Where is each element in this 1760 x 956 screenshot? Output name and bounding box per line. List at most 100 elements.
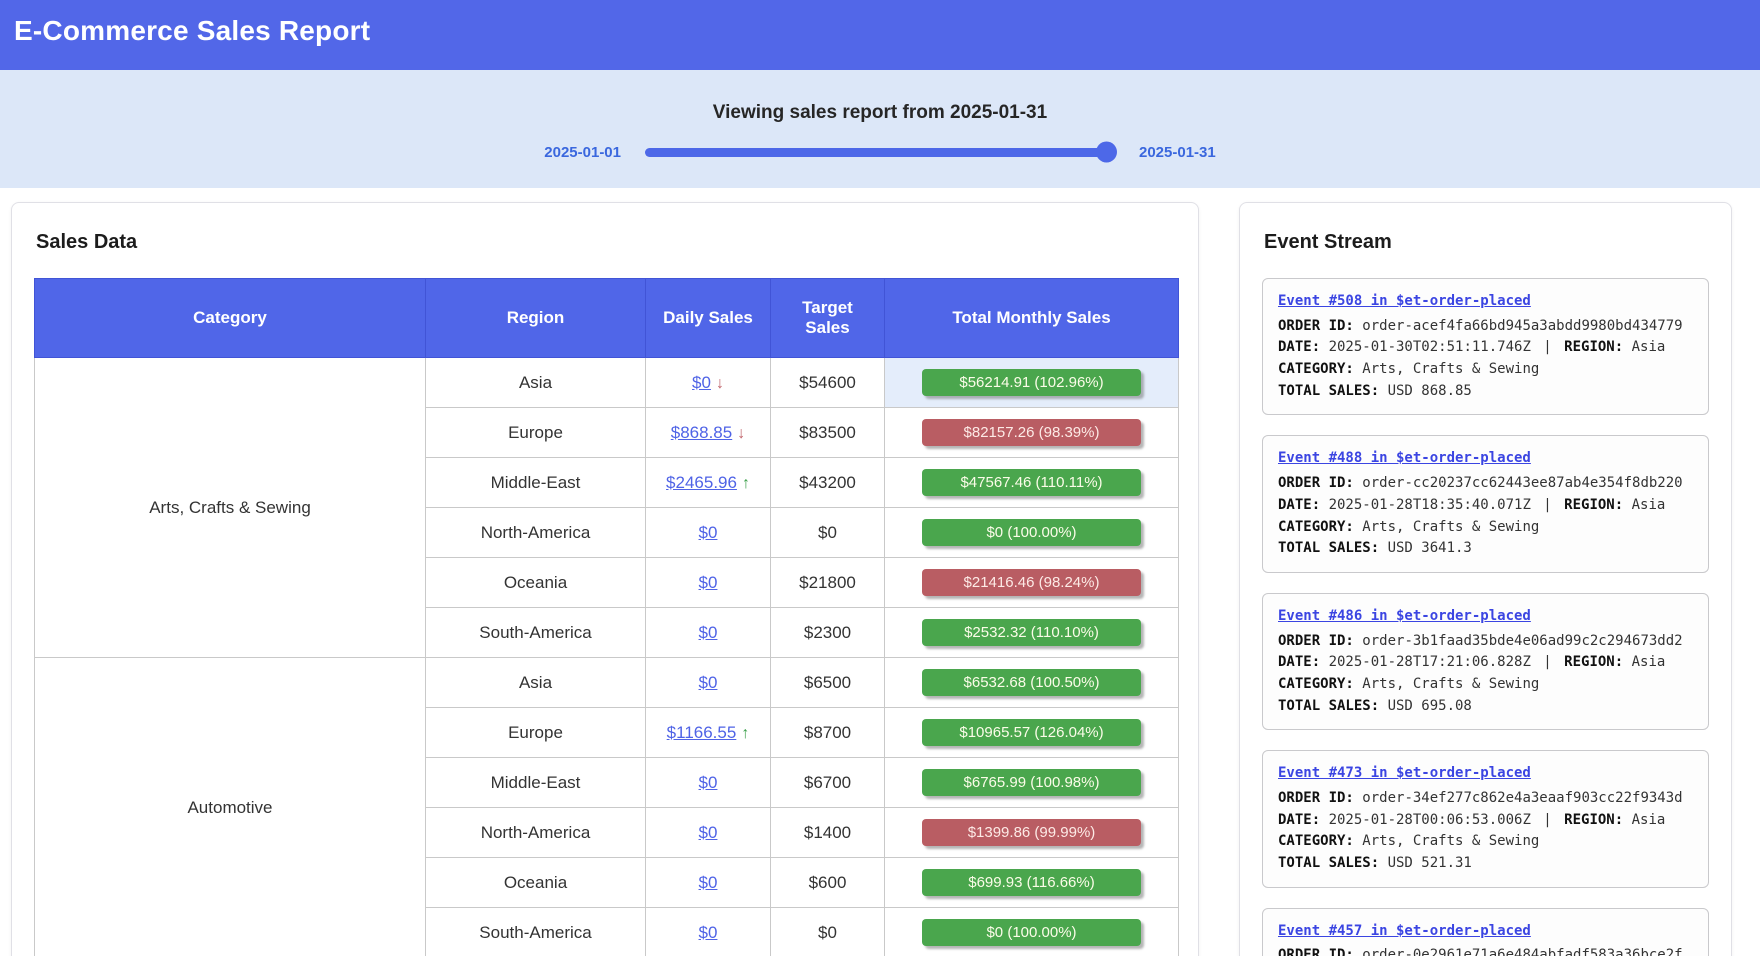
order-id-value: order-acef4fa66bd945a3abdd9980bd434779 <box>1362 318 1682 334</box>
category-label: CATEGORY: <box>1278 361 1362 377</box>
target-sales-cell: $83500 <box>771 408 885 458</box>
daily-sales-link[interactable]: $0 <box>699 773 718 792</box>
event-order-id-line: ORDER ID: order-3b1faad35bde4e06ad99c2c2… <box>1278 631 1693 653</box>
region-cell: North-America <box>426 808 646 858</box>
trend-down-icon: ↓ <box>737 425 745 442</box>
event-date-region-line: DATE: 2025-01-28T00:06:53.006Z | REGION:… <box>1278 810 1693 832</box>
region-cell: Europe <box>426 708 646 758</box>
total-monthly-sales-cell: $6532.68 (100.50%) <box>885 658 1179 708</box>
order-id-label: ORDER ID: <box>1278 947 1362 956</box>
total-sales-badge: $0 (100.00%) <box>922 919 1141 946</box>
total-monthly-sales-cell: $699.93 (116.66%) <box>885 858 1179 908</box>
event-list: Event #508 in $et-order-placed ORDER ID: … <box>1262 278 1709 956</box>
region-value: Asia <box>1632 497 1666 513</box>
slider-max-label: 2025-01-31 <box>1139 144 1216 161</box>
category-value: Arts, Crafts & Sewing <box>1362 833 1539 849</box>
date-label: DATE: <box>1278 497 1329 513</box>
daily-sales-cell: $0 <box>646 758 771 808</box>
column-header-target-sales: Target Sales <box>771 279 885 358</box>
category-value: Arts, Crafts & Sewing <box>1362 361 1539 377</box>
daily-sales-link[interactable]: $0 <box>699 673 718 692</box>
order-id-value: order-0e2961e71a6e484abfadf583a36bce2f <box>1362 947 1682 956</box>
daily-sales-link[interactable]: $0 <box>699 623 718 642</box>
daily-sales-link[interactable]: $0 <box>699 573 718 592</box>
date-value: 2025-01-28T17:21:06.828Z <box>1329 654 1540 670</box>
daily-sales-link[interactable]: $0 <box>699 873 718 892</box>
total-sales-badge: $21416.46 (98.24%) <box>922 569 1141 596</box>
date-slider[interactable] <box>645 148 1115 157</box>
total-monthly-sales-cell: $1399.86 (99.99%) <box>885 808 1179 858</box>
event-link[interactable]: Event #457 in $et-order-placed <box>1278 921 1531 943</box>
sales-data-heading: Sales Data <box>36 231 1176 254</box>
event-card: Event #508 in $et-order-placed ORDER ID: … <box>1262 278 1709 415</box>
event-category-line: CATEGORY: Arts, Crafts & Sewing <box>1278 831 1693 853</box>
order-id-label: ORDER ID: <box>1278 318 1362 334</box>
daily-sales-link[interactable]: $0 <box>692 373 711 392</box>
total-monthly-sales-cell: $0 (100.00%) <box>885 508 1179 558</box>
region-value: Asia <box>1632 654 1666 670</box>
event-category-line: CATEGORY: Arts, Crafts & Sewing <box>1278 517 1693 539</box>
daily-sales-cell: $0↓ <box>646 358 771 408</box>
sales-table-row: Arts, Crafts & SewingAsia$0↓$54600$56214… <box>35 358 1179 408</box>
event-link[interactable]: Event #508 in $et-order-placed <box>1278 291 1531 313</box>
region-cell: Asia <box>426 358 646 408</box>
category-value: Arts, Crafts & Sewing <box>1362 519 1539 535</box>
total-sales-badge: $10965.57 (126.04%) <box>922 719 1141 746</box>
total-sales-badge: $0 (100.00%) <box>922 519 1141 546</box>
separator: | <box>1539 812 1555 828</box>
region-cell: North-America <box>426 508 646 558</box>
total-monthly-sales-cell: $10965.57 (126.04%) <box>885 708 1179 758</box>
daily-sales-cell: $0 <box>646 508 771 558</box>
total-sales-badge: $47567.46 (110.11%) <box>922 469 1141 496</box>
daily-sales-link[interactable]: $1166.55 <box>667 723 737 742</box>
event-total-sales-line: TOTAL SALES: USD 868.85 <box>1278 381 1693 403</box>
daily-sales-link[interactable]: $0 <box>699 923 718 942</box>
event-link[interactable]: Event #488 in $et-order-placed <box>1278 448 1531 470</box>
target-sales-cell: $0 <box>771 908 885 956</box>
region-cell: Europe <box>426 408 646 458</box>
region-label: REGION: <box>1556 339 1632 355</box>
daily-sales-link[interactable]: $868.85 <box>671 423 732 442</box>
sales-table-header: CategoryRegionDaily SalesTarget SalesTot… <box>35 279 1179 358</box>
region-cell: Asia <box>426 658 646 708</box>
daily-sales-link[interactable]: $0 <box>699 523 718 542</box>
daily-sales-link[interactable]: $2465.96 <box>666 473 737 492</box>
total-sales-label: TOTAL SALES: <box>1278 698 1388 714</box>
target-sales-cell: $21800 <box>771 558 885 608</box>
region-cell: South-America <box>426 908 646 956</box>
event-total-sales-line: TOTAL SALES: USD 3641.3 <box>1278 538 1693 560</box>
daily-sales-link[interactable]: $0 <box>699 823 718 842</box>
event-total-sales-line: TOTAL SALES: USD 521.31 <box>1278 853 1693 875</box>
event-card: Event #473 in $et-order-placedORDER ID: … <box>1262 750 1709 887</box>
order-id-label: ORDER ID: <box>1278 475 1362 491</box>
column-header-category: Category <box>35 279 426 358</box>
total-monthly-sales-cell: $21416.46 (98.24%) <box>885 558 1179 608</box>
event-stream-heading: Event Stream <box>1264 231 1709 254</box>
region-cell: Oceania <box>426 558 646 608</box>
event-date-region-line: DATE: 2025-01-28T18:35:40.071Z | REGION:… <box>1278 495 1693 517</box>
date-label: DATE: <box>1278 339 1329 355</box>
event-order-id-line: ORDER ID: order-acef4fa66bd945a3abdd9980… <box>1278 316 1693 338</box>
total-sales-badge: $82157.26 (98.39%) <box>922 419 1141 446</box>
total-sales-badge: $2532.32 (110.10%) <box>922 619 1141 646</box>
category-cell: Automotive <box>35 658 426 956</box>
target-sales-cell: $1400 <box>771 808 885 858</box>
region-cell: Middle-East <box>426 758 646 808</box>
target-sales-cell: $600 <box>771 858 885 908</box>
daily-sales-cell: $0 <box>646 608 771 658</box>
trend-up-icon: ↑ <box>741 725 749 742</box>
total-sales-label: TOTAL SALES: <box>1278 540 1388 556</box>
daily-sales-cell: $868.85 ↓ <box>646 408 771 458</box>
event-date-region-line: DATE: 2025-01-28T17:21:06.828Z | REGION:… <box>1278 652 1693 674</box>
date-slider-thumb[interactable] <box>1096 142 1117 163</box>
event-link[interactable]: Event #473 in $et-order-placed <box>1278 763 1531 785</box>
total-sales-value: USD 868.85 <box>1388 383 1472 399</box>
region-label: REGION: <box>1556 654 1632 670</box>
event-order-id-line: ORDER ID: order-cc20237cc62443ee87ab4e35… <box>1278 473 1693 495</box>
order-id-label: ORDER ID: <box>1278 790 1362 806</box>
order-id-value: order-cc20237cc62443ee87ab4e354f8db220 <box>1362 475 1682 491</box>
column-header-total-monthly-sales: Total Monthly Sales <box>885 279 1179 358</box>
total-monthly-sales-cell: $47567.46 (110.11%) <box>885 458 1179 508</box>
region-cell: Middle-East <box>426 458 646 508</box>
event-link[interactable]: Event #486 in $et-order-placed <box>1278 606 1531 628</box>
